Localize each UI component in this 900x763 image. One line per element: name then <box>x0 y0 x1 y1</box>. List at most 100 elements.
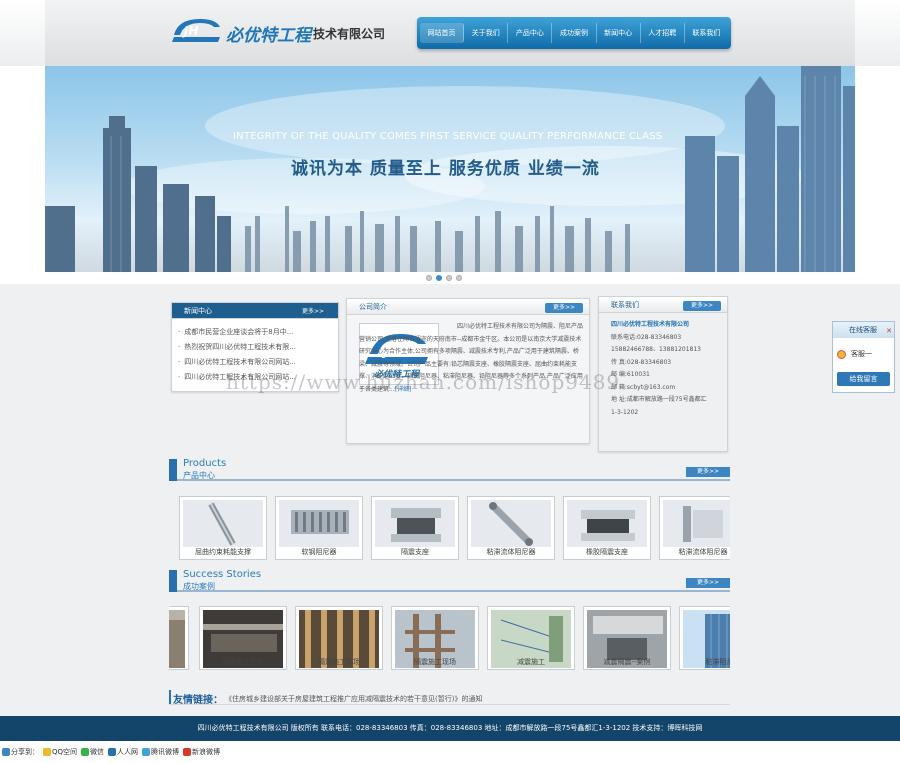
rubber-bearing-image <box>567 500 647 547</box>
logo-text: 必优特工程 <box>226 26 311 46</box>
product-card[interactable]: 橡胶隔震支座 <box>563 496 651 560</box>
case-card[interactable] <box>169 606 189 670</box>
watermark-text: https://www.huzhan.com/ishop9489 <box>226 370 621 394</box>
case-card[interactable]: 减震施工 <box>487 606 575 670</box>
product-image <box>663 500 730 547</box>
product-caption: 软钢阻尼器 <box>301 548 337 556</box>
about-panel-title: 公司简介 <box>359 303 387 311</box>
news-more-button[interactable]: 更多>> <box>294 307 332 317</box>
case-caption: 减震施工 <box>517 658 545 666</box>
products-title-cn: 产品中心 <box>183 471 215 480</box>
news-item[interactable]: 四川必优特工程技术有限公司网站... <box>178 355 332 370</box>
product-card[interactable]: 隔震支座 <box>371 496 459 560</box>
contact-line: 1-3-1202 <box>611 408 639 416</box>
cases-title-cn: 成功案例 <box>183 582 215 591</box>
share-renren-label: 人人网 <box>117 748 139 756</box>
section-marker <box>169 459 177 481</box>
qq-icon <box>837 350 846 359</box>
slider-dot[interactable] <box>456 275 462 281</box>
product-caption: 隔震支座 <box>401 548 429 556</box>
sina-weibo-icon <box>183 748 192 756</box>
share-qzone[interactable]: QQ空间 <box>43 747 77 757</box>
products-section-header: Products 产品中心 更多>> <box>169 458 730 481</box>
logo-suffix: 技术有限公司 <box>313 27 386 41</box>
case-caption: 减震隔震--案例 <box>603 658 651 666</box>
product-card[interactable]: 软钢阻尼器 <box>275 496 363 560</box>
share-label-text: 分享到： <box>11 748 39 756</box>
logo-mark-icon: JH <box>172 19 220 42</box>
close-icon[interactable]: ✕ <box>886 323 892 339</box>
wechat-icon <box>81 748 90 756</box>
share-wechat[interactable]: 微信 <box>81 747 104 757</box>
isolation-bearing-image <box>375 500 455 547</box>
case-card[interactable]: 隔震施工现场 <box>199 606 287 670</box>
case-caption: 粘滞阻尼器 <box>705 658 731 666</box>
friend-links-label: 友情链接： <box>173 695 223 706</box>
cases-section-header: Success Stories 成功案例 更多>> <box>169 569 730 592</box>
slider-dot[interactable] <box>446 275 452 281</box>
product-card[interactable]: 屈曲约束耗能支撑 <box>179 496 267 560</box>
product-caption: 粘滞流体阻尼器 <box>678 548 728 556</box>
products-more-button[interactable]: 更多>> <box>686 467 730 477</box>
product-image <box>471 500 551 547</box>
products-carousel: 屈曲约束耗能支撑 软钢阻尼器 隔震支座 粘滞流体阻尼器 橡胶隔震支座 粘滞流体阻… <box>169 496 730 560</box>
case-card[interactable]: 隔震施工现场 <box>391 606 479 670</box>
qzone-icon <box>43 748 51 756</box>
product-card[interactable]: 粘滞流体阻尼器 <box>659 496 730 560</box>
tencent-weibo-icon <box>142 748 151 756</box>
product-caption: 橡胶隔震支座 <box>586 548 628 556</box>
product-card[interactable]: 粘滞流体阻尼器 <box>467 496 555 560</box>
leave-message-button[interactable]: 给我留言 <box>837 372 890 386</box>
contact-line: 邮 箱:scbyt@163.com <box>611 383 676 391</box>
nav-home[interactable]: 网站首页 <box>420 23 465 43</box>
friend-link[interactable]: 《住房城乡建设部关于房屋建筑工程推广应用减隔震技术的若干意见(暂行)》的通知 <box>225 694 482 704</box>
banner-slogan-en: INTEGRITY OF THE QUALITY COMES FIRST SER… <box>233 131 663 142</box>
slider-dot[interactable] <box>426 275 432 281</box>
share-sina-weibo[interactable]: 新浪微博 <box>183 747 220 757</box>
nav-jobs[interactable]: 人才招聘 <box>641 23 685 43</box>
case-card[interactable]: 粘滞阻尼器 <box>679 606 730 670</box>
case-card[interactable]: 减震隔震--案例 <box>583 606 671 670</box>
product-caption: 屈曲约束耗能支撑 <box>195 548 251 556</box>
qq-service-label: 客服一 <box>851 350 872 358</box>
product-image <box>375 500 455 547</box>
cases-more-button[interactable]: 更多>> <box>686 578 730 588</box>
online-service-header: 在线客服 ✕ <box>833 322 894 338</box>
qq-service-link[interactable]: 客服一 <box>833 347 894 361</box>
cases-carousel: 隔震施工现场 隔震施工现场 隔震施工现场 减震施工 减震隔震--案例 粘滞阻尼器 <box>169 606 730 670</box>
footer-text: 四川必优特工程技术有限公司 版权所有 联系电话：028-83346803 传真：… <box>197 724 703 732</box>
share-sina-weibo-label: 新浪微博 <box>192 748 221 756</box>
case-card[interactable]: 隔震施工现场 <box>295 606 383 670</box>
contact-panel-title: 联系我们 <box>611 301 639 309</box>
products-title-en: Products <box>183 458 227 469</box>
case-photo <box>169 610 185 668</box>
case-caption: 隔震施工现场 <box>414 658 456 666</box>
share-renren[interactable]: 人人网 <box>108 747 138 757</box>
news-item[interactable]: 成都市民营企业座谈会将于8月中... <box>178 325 332 340</box>
share-tencent-weibo[interactable]: 腾讯微博 <box>142 747 179 757</box>
share-tencent-weibo-label: 腾讯微博 <box>151 748 180 756</box>
brace-product-image <box>183 500 263 547</box>
news-item[interactable]: 热烈祝贺四川必优特工程技术有限... <box>178 340 332 355</box>
nav-news[interactable]: 新闻中心 <box>597 23 641 43</box>
svg-text:JH: JH <box>182 24 199 38</box>
nav-products[interactable]: 产品中心 <box>508 23 553 43</box>
viscous-damper-image <box>471 500 551 547</box>
nav-about[interactable]: 关于我们 <box>464 23 509 43</box>
contact-more-button[interactable]: 更多>> <box>683 301 721 311</box>
site-logo[interactable]: JH 必优特工程 技术有限公司 <box>170 13 410 53</box>
renren-icon <box>108 748 117 756</box>
share-label: 分享到： <box>2 747 39 757</box>
product-image <box>279 500 359 547</box>
slider-dot-active[interactable] <box>436 275 442 281</box>
about-more-button[interactable]: 更多>> <box>545 303 583 313</box>
nav-contact[interactable]: 联系我们 <box>685 23 728 43</box>
share-icon <box>2 748 10 756</box>
product-image <box>183 500 263 547</box>
steel-damper-image <box>279 500 359 547</box>
nav-cases[interactable]: 成功案例 <box>552 23 597 43</box>
contact-line: 联系电话:028-83346803 <box>611 333 682 341</box>
share-wechat-label: 微信 <box>90 748 105 756</box>
hero-banner[interactable]: INTEGRITY OF THE QUALITY COMES FIRST SER… <box>45 66 855 272</box>
contact-company: 四川必优特工程技术有限公司 <box>611 321 690 328</box>
